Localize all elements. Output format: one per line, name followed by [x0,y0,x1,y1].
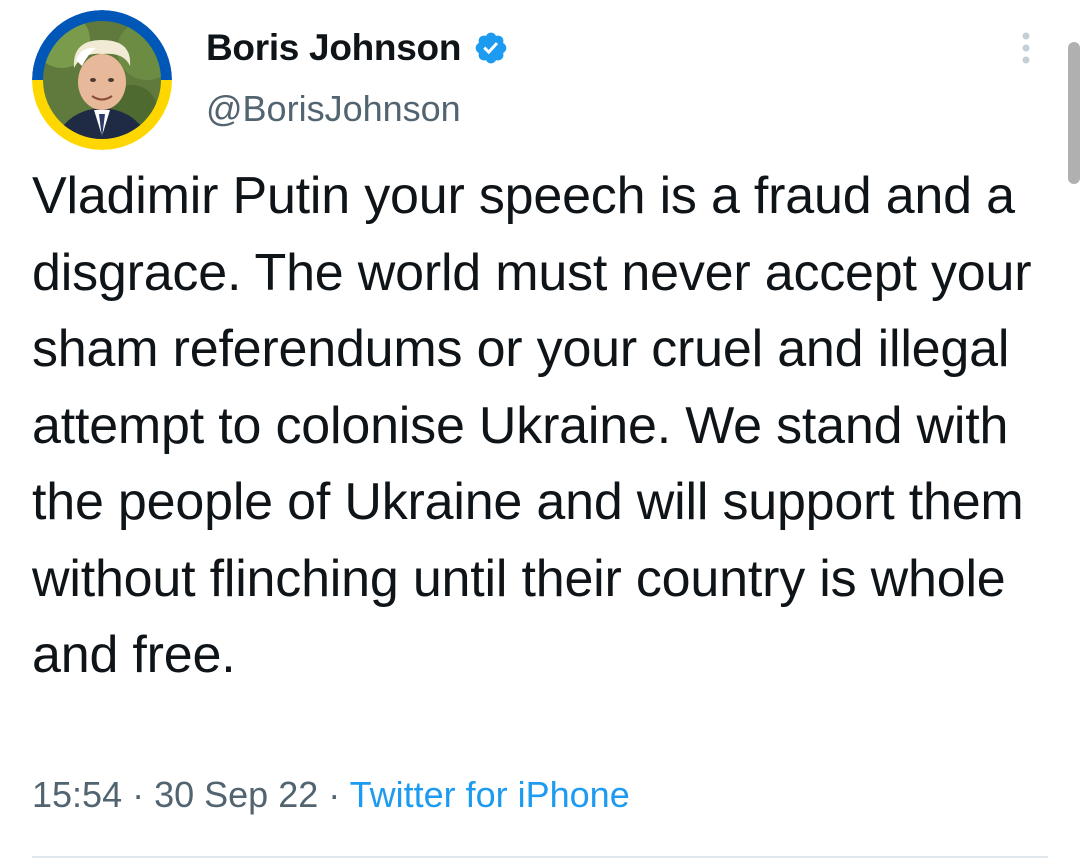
tweet-meta: 15:54 · 30 Sep 22 · Twitter for iPhone [32,774,630,816]
name-row: Boris Johnson [206,22,509,74]
more-vertical-icon[interactable] [1010,30,1042,70]
tweet-time[interactable]: 15:54 [32,774,122,815]
divider [32,856,1048,858]
tweet-date[interactable]: 30 Sep 22 [154,774,318,815]
tweet-text: Vladimir Putin your speech is a fraud an… [32,167,1032,684]
tweet-source-link[interactable]: Twitter for iPhone [350,774,630,815]
user-handle[interactable]: @BorisJohnson [206,88,461,130]
tweet-card: Boris Johnson @BorisJohnson Vladimir Put… [0,0,1080,868]
meta-separator: · [122,774,155,815]
display-name[interactable]: Boris Johnson [206,27,461,69]
verified-badge-icon [473,30,509,66]
meta-separator: · [318,774,350,815]
scrollbar-thumb[interactable] [1068,42,1080,184]
avatar[interactable] [32,10,172,150]
profile-photo-icon [32,10,172,150]
